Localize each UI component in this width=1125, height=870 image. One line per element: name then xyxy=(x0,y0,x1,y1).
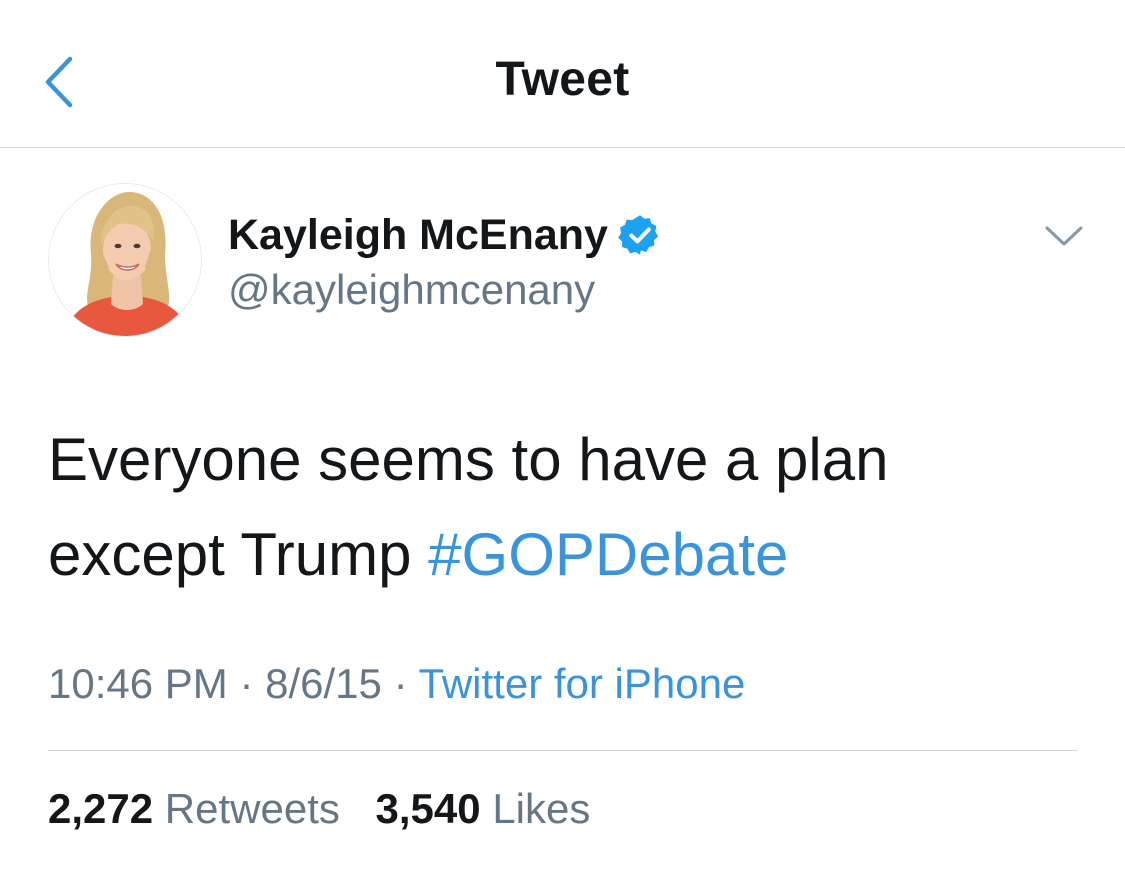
verified-badge-icon xyxy=(618,215,659,255)
separator-dot: · xyxy=(393,660,408,707)
tweet-text-line-2: except Trump xyxy=(48,521,412,588)
author-name-row[interactable]: Kayleigh McEnany xyxy=(228,207,662,263)
tweet-time: 10:46 PM xyxy=(48,660,228,707)
tweet-text-line-1: Everyone seems to have a plan xyxy=(48,426,889,493)
separator-dot: · xyxy=(239,660,254,707)
tweet-stats: 2,272 Retweets 3,540 Likes xyxy=(48,785,590,833)
page-title: Tweet xyxy=(495,53,630,106)
chevron-down-icon xyxy=(1045,226,1083,246)
tweet-menu-button[interactable] xyxy=(1040,218,1088,254)
retweets-count: 2,272 xyxy=(48,785,154,832)
tweet-metadata: 10:46 PM · 8/6/15 · Twitter for iPhone xyxy=(48,660,745,708)
likes-stat[interactable]: 3,540 Likes xyxy=(376,785,591,832)
hashtag-link[interactable]: #GOPDebate xyxy=(428,521,788,588)
tweet-date: 8/6/15 xyxy=(265,660,382,707)
avatar[interactable] xyxy=(48,183,202,337)
navigation-bar: Tweet xyxy=(0,0,1125,148)
profile-photo xyxy=(49,184,201,336)
likes-count: 3,540 xyxy=(375,785,481,832)
tweet-text: Everyone seems to have a plan except Tru… xyxy=(48,412,1078,602)
author-display-name[interactable]: Kayleigh McEnany xyxy=(228,211,608,260)
divider xyxy=(48,750,1078,751)
author-handle[interactable]: @kayleighmcenany xyxy=(228,266,595,314)
retweets-label: Retweets xyxy=(164,785,340,832)
tweet-source-link[interactable]: Twitter for iPhone xyxy=(419,660,746,707)
likes-label: Likes xyxy=(492,785,591,832)
retweets-stat[interactable]: 2,272 Retweets xyxy=(48,785,340,832)
